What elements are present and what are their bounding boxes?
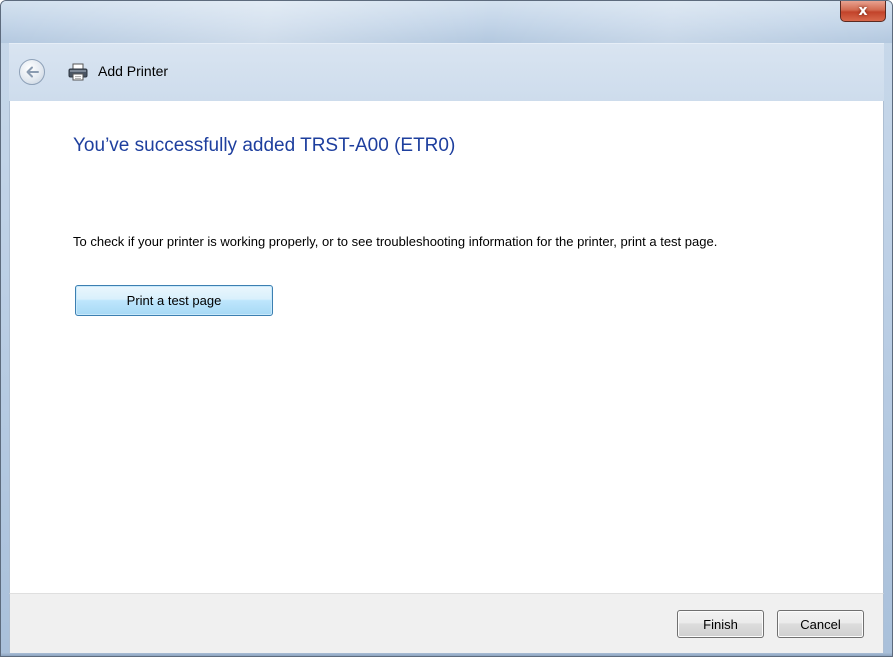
close-button[interactable]: x [840, 1, 886, 22]
printer-icon [68, 63, 88, 81]
close-icon: x [858, 3, 868, 19]
print-test-page-button[interactable]: Print a test page [75, 285, 273, 316]
title-bar[interactable]: x [1, 1, 892, 43]
wizard-title: Add Printer [98, 63, 169, 79]
navigation-bar: Add Printer [9, 43, 884, 102]
window-bottom-border [1, 653, 892, 656]
back-button[interactable] [19, 59, 45, 85]
finish-label: Finish [703, 616, 738, 632]
finish-button[interactable]: Finish [677, 610, 764, 638]
print-test-page-label: Print a test page [126, 293, 222, 308]
wizard-content: You’ve successfully added TRST-A00 (ETR0… [9, 101, 884, 593]
cancel-button[interactable]: Cancel [777, 610, 864, 638]
wizard-footer: Finish Cancel [9, 593, 884, 656]
page-title: You’ve successfully added TRST-A00 (ETR0… [73, 135, 456, 156]
add-printer-window: x Add Printer You’ve successfully added … [0, 0, 893, 657]
cancel-label: Cancel [800, 616, 841, 632]
info-text: To check if your printer is working prop… [73, 234, 718, 249]
back-arrow-icon [26, 66, 39, 78]
